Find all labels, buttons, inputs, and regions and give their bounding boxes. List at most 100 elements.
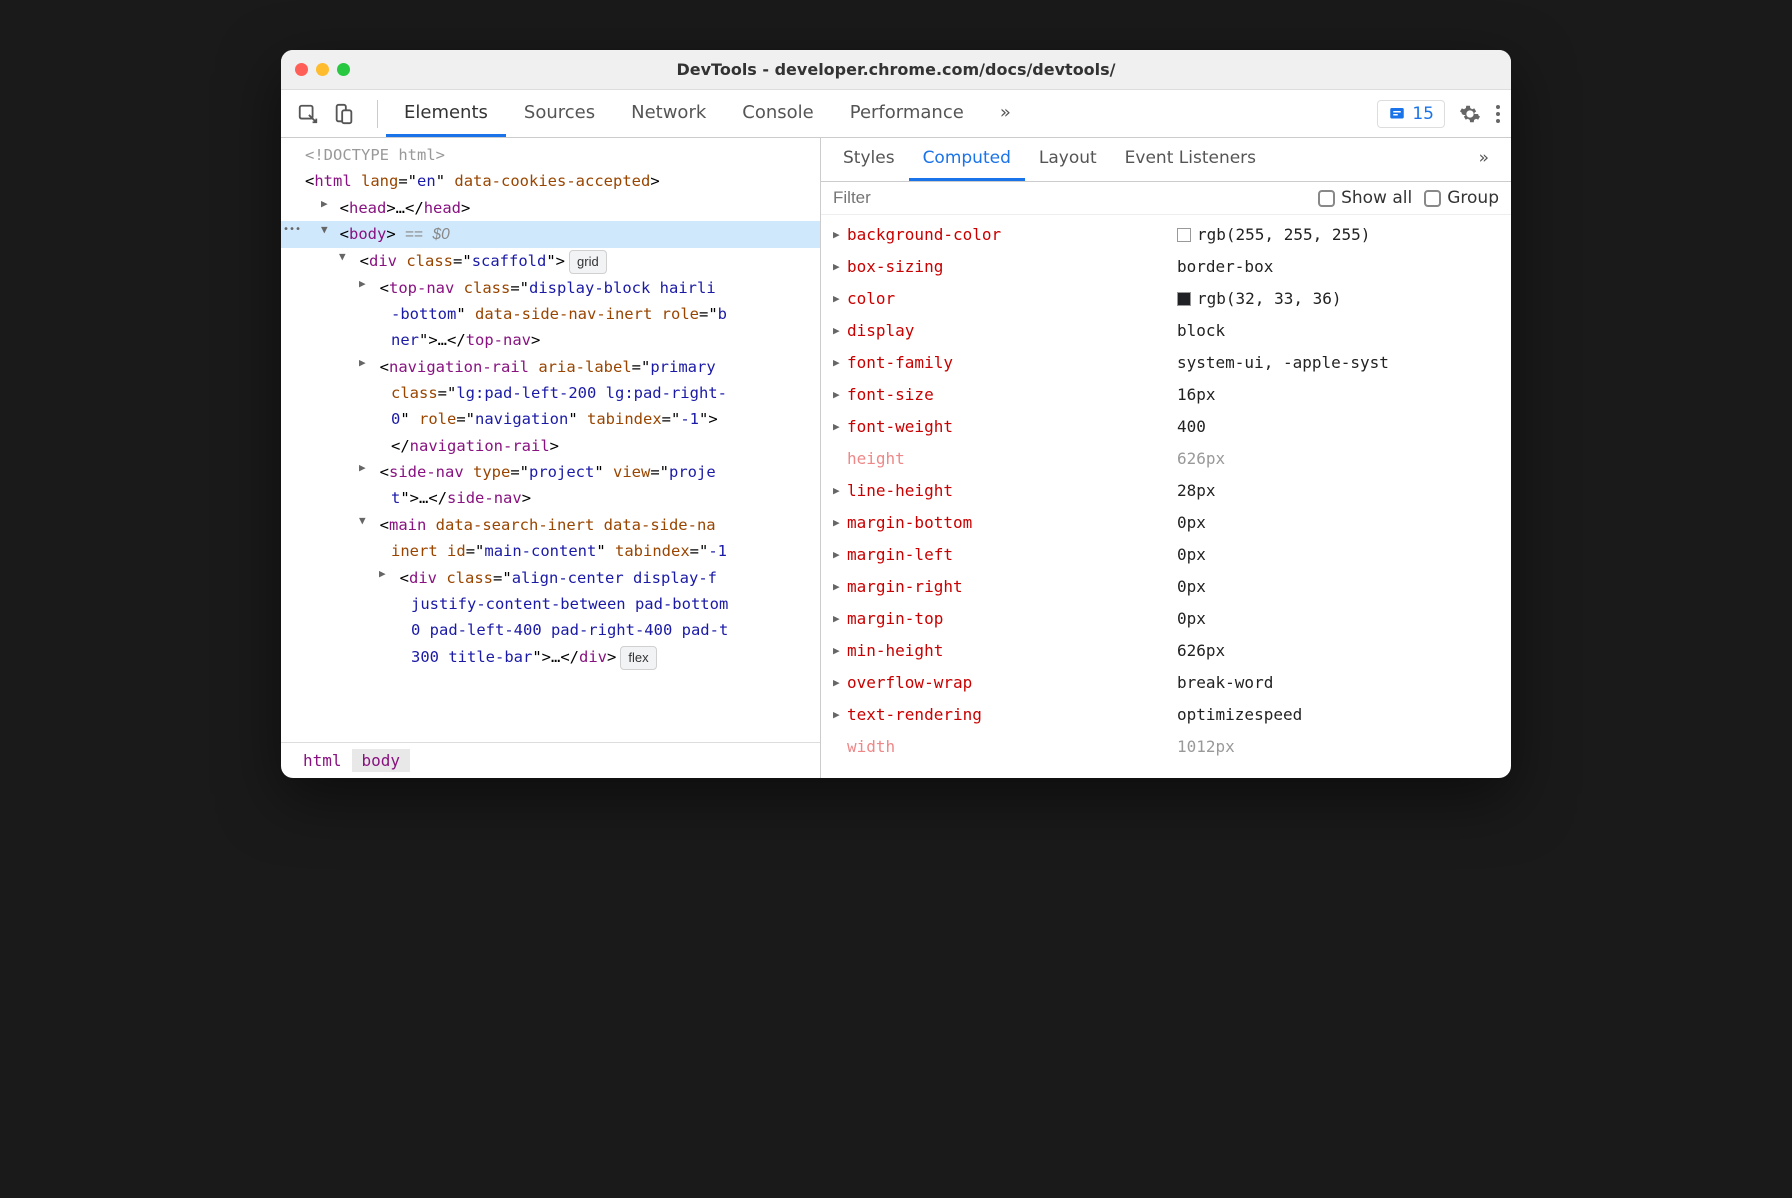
tab-sources[interactable]: Sources	[506, 90, 613, 137]
expand-toggle-icon[interactable]: ▶	[359, 275, 366, 294]
computed-row[interactable]: ▶min-height626px	[821, 635, 1511, 667]
computed-row[interactable]: ▶font-size16px	[821, 379, 1511, 411]
expand-toggle-icon[interactable]: ▶	[833, 513, 847, 532]
settings-icon[interactable]	[1459, 103, 1481, 125]
computed-row[interactable]: ▶margin-bottom0px	[821, 507, 1511, 539]
computed-row[interactable]: height626px	[821, 443, 1511, 475]
dom-main-l2[interactable]: inert id="main-content" tabindex="-1	[281, 538, 820, 564]
property-name: background-color	[847, 221, 1177, 249]
expand-toggle-icon[interactable]: ▶	[833, 545, 847, 564]
expand-toggle-icon[interactable]: ▶	[833, 705, 847, 724]
computed-row[interactable]: ▶background-colorrgb(255, 255, 255)	[821, 219, 1511, 251]
dom-div-scaffold[interactable]: ▼ <div class="scaffold">grid	[281, 248, 820, 274]
computed-row[interactable]: ▶text-renderingoptimizespeed	[821, 699, 1511, 731]
expand-toggle-icon[interactable]: ▶	[833, 481, 847, 500]
minimize-window-button[interactable]	[316, 63, 329, 76]
subtab-event-listeners[interactable]: Event Listeners	[1111, 138, 1270, 181]
expand-toggle-icon[interactable]: ▶	[833, 641, 847, 660]
dom-main[interactable]: ▼ <main data-search-inert data-side-na	[281, 512, 820, 538]
subtab-styles[interactable]: Styles	[829, 138, 909, 181]
expand-toggle-icon[interactable]: ▶	[833, 321, 847, 340]
property-value: 28px	[1177, 477, 1499, 505]
maximize-window-button[interactable]	[337, 63, 350, 76]
more-tabs-icon[interactable]: »	[982, 90, 1029, 137]
expand-toggle-icon[interactable]: ▶	[321, 195, 328, 214]
dom-topnav-l2[interactable]: -bottom" data-side-nav-inert role="b	[281, 301, 820, 327]
dom-body-selected[interactable]: ▼ <body> == $0	[281, 221, 820, 248]
computed-row[interactable]: ▶margin-top0px	[821, 603, 1511, 635]
filter-input[interactable]	[833, 188, 1306, 208]
computed-row[interactable]: ▶margin-right0px	[821, 571, 1511, 603]
dom-div-inner-l2[interactable]: justify-content-between pad-bottom	[281, 591, 820, 617]
crumb-body[interactable]: body	[352, 749, 411, 772]
tab-network[interactable]: Network	[613, 90, 724, 137]
expand-toggle-icon[interactable]: ▶	[359, 354, 366, 373]
expand-toggle-icon[interactable]: ▶	[833, 609, 847, 628]
dom-tree[interactable]: <!DOCTYPE html> <html lang="en" data-coo…	[281, 138, 820, 742]
expand-toggle-icon[interactable]: ▶	[833, 289, 847, 308]
inspect-element-icon[interactable]	[297, 103, 319, 125]
issues-count: 15	[1412, 104, 1434, 124]
computed-list[interactable]: ▶background-colorrgb(255, 255, 255)▶box-…	[821, 215, 1511, 778]
close-window-button[interactable]	[295, 63, 308, 76]
color-swatch-icon[interactable]	[1177, 228, 1191, 242]
dom-topnav-l3[interactable]: ner">…</top-nav>	[281, 327, 820, 353]
dom-div-inner-l3[interactable]: 0 pad-left-400 pad-right-400 pad-t	[281, 617, 820, 643]
dom-head[interactable]: ▶ <head>…</head>	[281, 195, 820, 221]
collapse-toggle-icon[interactable]: ▼	[321, 221, 328, 240]
expand-toggle-icon[interactable]: ▶	[833, 225, 847, 244]
property-name: margin-bottom	[847, 509, 1177, 537]
tab-elements[interactable]: Elements	[386, 90, 506, 137]
dom-div-inner[interactable]: ▶ <div class="align-center display-f	[281, 565, 820, 591]
show-all-checkbox[interactable]: Show all	[1318, 188, 1412, 208]
dom-doctype[interactable]: <!DOCTYPE html>	[281, 142, 820, 168]
computed-row[interactable]: ▶overflow-wrapbreak-word	[821, 667, 1511, 699]
expand-toggle-icon[interactable]: ▶	[833, 673, 847, 692]
dom-navrail-l2[interactable]: class="lg:pad-left-200 lg:pad-right-	[281, 380, 820, 406]
subtab-layout[interactable]: Layout	[1025, 138, 1111, 181]
property-value: 0px	[1177, 605, 1499, 633]
group-checkbox[interactable]: Group	[1424, 188, 1499, 208]
more-menu-icon[interactable]	[1495, 103, 1501, 125]
issues-badge[interactable]: 15	[1377, 100, 1445, 128]
flex-badge[interactable]: flex	[620, 646, 656, 670]
grid-badge[interactable]: grid	[569, 250, 607, 274]
main-toolbar: Elements Sources Network Console Perform…	[281, 90, 1511, 138]
computed-row[interactable]: ▶font-weight400	[821, 411, 1511, 443]
computed-row[interactable]: ▶margin-left0px	[821, 539, 1511, 571]
property-name: height	[847, 445, 1177, 473]
dom-sidenav[interactable]: ▶ <side-nav type="project" view="proje	[281, 459, 820, 485]
dom-navrail-l3[interactable]: 0" role="navigation" tabindex="-1">	[281, 406, 820, 432]
dom-navrail-l4[interactable]: </navigation-rail>	[281, 433, 820, 459]
expand-toggle-icon[interactable]: ▶	[833, 257, 847, 276]
computed-row[interactable]: ▶box-sizingborder-box	[821, 251, 1511, 283]
expand-toggle-icon[interactable]: ▶	[833, 577, 847, 596]
dom-topnav[interactable]: ▶ <top-nav class="display-block hairli	[281, 275, 820, 301]
computed-row[interactable]: ▶displayblock	[821, 315, 1511, 347]
device-toolbar-icon[interactable]	[333, 103, 355, 125]
property-name: color	[847, 285, 1177, 313]
tab-console[interactable]: Console	[724, 90, 831, 137]
expand-toggle-icon[interactable]: ▶	[833, 353, 847, 372]
computed-row[interactable]: ▶colorrgb(32, 33, 36)	[821, 283, 1511, 315]
dom-sidenav-l2[interactable]: t">…</side-nav>	[281, 485, 820, 511]
computed-row[interactable]: width1012px	[821, 731, 1511, 763]
collapse-toggle-icon[interactable]: ▼	[359, 512, 366, 531]
subtab-computed[interactable]: Computed	[909, 138, 1025, 181]
computed-row[interactable]: ▶line-height28px	[821, 475, 1511, 507]
dom-div-inner-l4[interactable]: 300 title-bar">…</div>flex	[281, 644, 820, 670]
color-swatch-icon[interactable]	[1177, 292, 1191, 306]
property-value: 626px	[1177, 637, 1499, 665]
expand-toggle-icon[interactable]: ▶	[833, 385, 847, 404]
expand-toggle-icon[interactable]: ▶	[379, 565, 386, 584]
expand-toggle-icon[interactable]: ▶	[359, 459, 366, 478]
collapse-toggle-icon[interactable]: ▼	[339, 248, 346, 267]
dom-navrail[interactable]: ▶ <navigation-rail aria-label="primary	[281, 354, 820, 380]
computed-row[interactable]: ▶font-familysystem-ui, -apple-syst	[821, 347, 1511, 379]
dom-html[interactable]: <html lang="en" data-cookies-accepted>	[281, 168, 820, 194]
expand-toggle-icon[interactable]: ▶	[833, 417, 847, 436]
more-subtabs-icon[interactable]: »	[1465, 138, 1503, 181]
property-value: 0px	[1177, 573, 1499, 601]
tab-performance[interactable]: Performance	[832, 90, 982, 137]
crumb-html[interactable]: html	[293, 749, 352, 772]
